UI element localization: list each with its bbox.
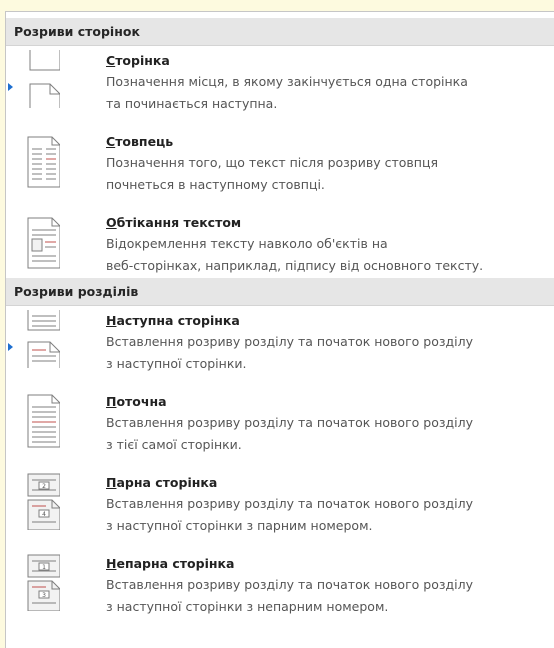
menu-item-title: Парна сторінка [106,475,218,490]
even-page-section-icon: 2 4 [27,473,60,530]
next-page-section-icon [27,310,60,368]
menu-item-description: Позначення того, що текст після розриву … [106,155,438,192]
menu-item-page-break[interactable]: Сторінка Позначення місця, в якому закін… [6,50,554,130]
menu-item-title: Наступна сторінка [106,313,240,328]
menu-item-description: Позначення місця, в якому закінчується о… [106,74,468,111]
menu-item-column-break[interactable]: Стовпець Позначення того, що текст після… [6,131,554,211]
section-header-section-breaks: Розриви розділів [6,278,554,306]
odd-page-number-top: 1 [42,564,46,571]
menu-item-even-page-section[interactable]: 2 4 Парна сторінка Вставлення розриву ро… [6,472,554,552]
column-break-icon [27,136,60,188]
page-break-icon [29,50,60,108]
menu-item-description: Вставлення розриву розділу та початок но… [106,577,473,614]
breaks-menu: Розриви сторінок Сторінка Позначення міс… [5,11,554,648]
menu-item-odd-page-section[interactable]: 1 3 Непарна сторінка Вставлення розриву … [6,553,554,633]
odd-page-number-bottom: 3 [42,592,46,599]
menu-item-description: Вставлення розриву розділу та початок но… [106,496,473,533]
menu-item-description: Вставлення розриву розділу та початок но… [106,334,473,371]
menu-item-title: Непарна сторінка [106,556,235,571]
menu-item-continuous-section[interactable]: Поточна Вставлення розриву розділу та по… [6,391,554,471]
even-page-number-bottom: 4 [42,511,46,518]
menu-item-description: Відокремлення тексту навколо об'єктів на… [106,236,484,273]
menu-item-title: Поточна [106,394,167,409]
text-wrapping-break-icon [27,217,60,269]
menu-item-next-page-section[interactable]: Наступна сторінка Вставлення розриву роз… [6,310,554,390]
continuous-section-icon [27,394,60,448]
even-page-number-top: 2 [42,483,46,490]
section-break-marker-icon [8,343,13,351]
odd-page-section-icon: 1 3 [27,554,60,611]
menu-item-title: Сторінка [106,53,170,68]
section-header-page-breaks: Розриви сторінок [6,18,554,46]
menu-item-title: Стовпець [106,134,174,149]
page-break-marker-icon [8,83,13,91]
menu-item-description: Вставлення розриву розділу та початок но… [106,415,473,452]
menu-item-title: Обтікання текстом [106,215,242,230]
